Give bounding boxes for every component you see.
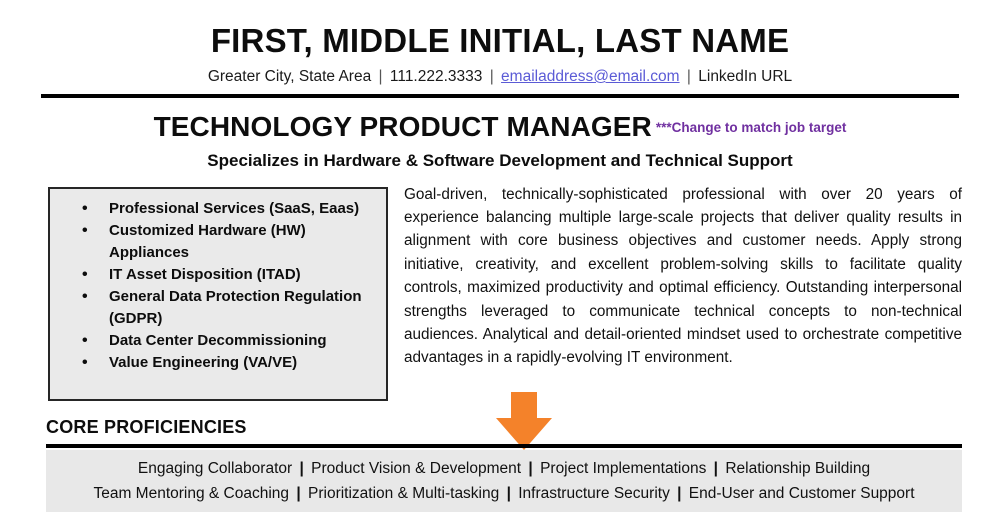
contact-linkedin[interactable]: LinkedIn URL <box>698 68 792 85</box>
table-row: Engaging Collaborator | Product Vision &… <box>46 456 962 481</box>
proficiency-separator: | <box>528 460 533 477</box>
contact-phone[interactable]: 111.222.3333 <box>390 68 483 85</box>
page-title: FIRST, MIDDLE INITIAL, LAST NAME <box>210 22 790 59</box>
list-item: General Data Protection Regulation (GDPR… <box>64 285 376 330</box>
resume-page: FIRST, MIDDLE INITIAL, LAST NAME Greater… <box>0 0 1000 516</box>
core-proficiencies-box: Engaging Collaborator | Product Vision &… <box>46 450 962 512</box>
proficiency-item: Product Vision & Development <box>311 460 522 477</box>
contact-separator-1: | <box>378 68 383 85</box>
list-item: Customized Hardware (HW) Appliances <box>64 219 376 264</box>
job-title: TECHNOLOGY PRODUCT MANAGER <box>153 110 652 142</box>
job-title-annotation: ***Change to match job target <box>655 119 847 135</box>
proficiency-separator: | <box>296 485 301 503</box>
proficiency-separator: | <box>299 460 304 477</box>
contact-line: Greater City, State Area | 111.222.3333 … <box>0 57 1000 87</box>
core-proficiencies-divider <box>46 444 962 448</box>
contact-email-link[interactable]: emailaddress@email.com <box>501 68 680 85</box>
professional-summary: Goal-driven, technically-sophisticated p… <box>404 185 962 367</box>
core-proficiencies-heading: CORE PROFICIENCIES <box>46 417 247 437</box>
list-item: Data Center Decommissioning <box>64 329 376 353</box>
job-title-row: TECHNOLOGY PRODUCT MANAGER ***Change to m… <box>0 98 1000 143</box>
proficiency-item: Prioritization & Multi-tasking <box>308 485 500 503</box>
key-skills-list: Professional Services (SaaS, Eaas) Custo… <box>50 189 386 375</box>
proficiency-item: Engaging Collaborator <box>137 460 293 477</box>
proficiency-item: Relationship Building <box>725 460 871 477</box>
list-item: Value Engineering (VA/VE) <box>64 351 376 375</box>
arrow-down-icon <box>496 392 552 450</box>
proficiency-separator: | <box>506 485 511 503</box>
contact-separator-3: | <box>686 68 691 85</box>
list-item: IT Asset Disposition (ITAD) <box>64 263 376 287</box>
contact-location: Greater City, State Area <box>207 68 372 85</box>
proficiency-separator: | <box>713 460 718 477</box>
proficiency-separator: | <box>677 485 682 503</box>
job-subtitle: Specializes in Hardware & Software Devel… <box>207 150 793 170</box>
arrow-shaft <box>511 392 537 420</box>
list-item: Professional Services (SaaS, Eaas) <box>64 197 376 221</box>
contact-separator-2: | <box>489 68 494 85</box>
table-row: Team Mentoring & Coaching | Prioritizati… <box>46 481 962 506</box>
proficiency-item: Team Mentoring & Coaching <box>93 485 290 503</box>
proficiency-item: Infrastructure Security <box>518 485 670 503</box>
key-skills-box: Professional Services (SaaS, Eaas) Custo… <box>48 186 388 401</box>
proficiency-item: Project Implementations <box>540 460 707 477</box>
proficiency-item: End-User and Customer Support <box>688 485 915 503</box>
